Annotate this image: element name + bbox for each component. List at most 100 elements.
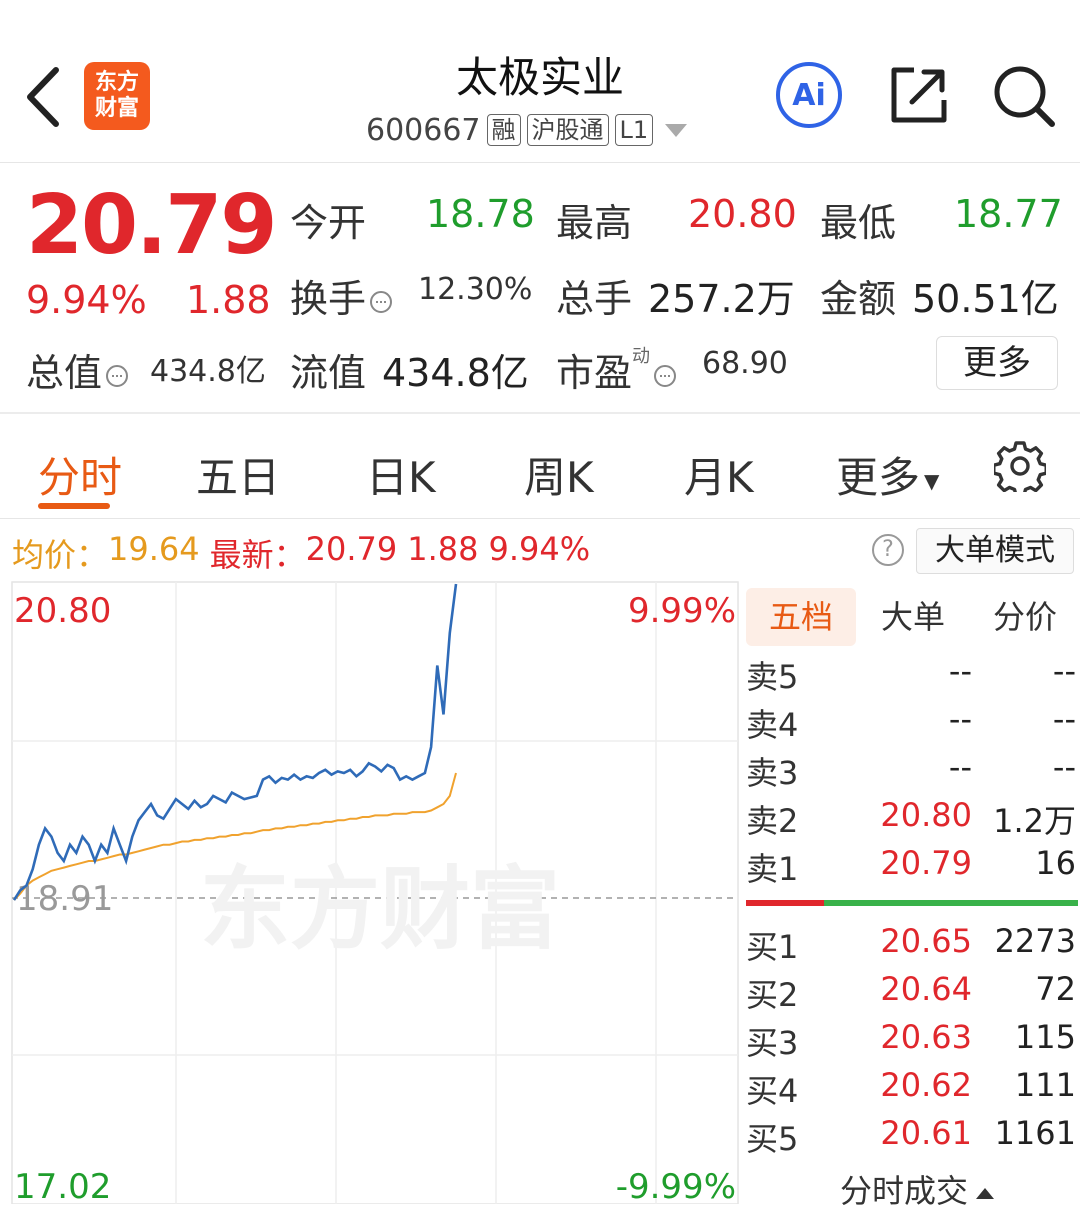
latest-label: 最新： xyxy=(209,536,306,574)
pe-label-text: 市盈 xyxy=(556,351,633,395)
ask-volume: 16 xyxy=(1035,844,1076,882)
back-arrow-icon[interactable] xyxy=(22,62,66,132)
tabs-divider xyxy=(0,518,1080,519)
tab-price-dist[interactable]: 分价 xyxy=(970,588,1080,646)
top-pct-label: 9.99% xyxy=(628,591,736,631)
level-tag: L1 xyxy=(614,114,654,146)
app-logo[interactable]: 东方 财富 xyxy=(84,62,150,130)
buy-sell-ratio-green xyxy=(824,900,1078,906)
latest-value: 20.79 xyxy=(305,530,398,568)
bid-price: 20.64 xyxy=(880,970,972,1008)
turnover-value: 12.30% xyxy=(418,272,533,307)
ask-label: 卖1 xyxy=(746,850,799,888)
price-line xyxy=(12,583,458,901)
change-amount: 1.88 xyxy=(186,278,271,322)
change-percent: 9.94% xyxy=(26,278,147,322)
mktcap-label-text: 总值 xyxy=(26,351,103,395)
ask-volume: 1.2万 xyxy=(993,802,1076,840)
bid-price: 20.65 xyxy=(880,922,972,960)
tab-more[interactable]: 更多 ▼ xyxy=(836,444,939,505)
help-icon[interactable]: ? xyxy=(872,534,904,566)
tab-more-label: 更多 xyxy=(836,453,921,502)
latest-change: 1.88 xyxy=(407,530,479,568)
bid-label: 买1 xyxy=(746,928,799,966)
ask-price: -- xyxy=(948,700,972,738)
ask-volume: -- xyxy=(1052,700,1076,738)
mktcap-label[interactable]: 总值 xyxy=(26,342,132,397)
bid-volume: 72 xyxy=(1035,970,1076,1008)
stock-code-line[interactable]: 600667 融 沪股通 L1 xyxy=(366,110,688,150)
pe-dynamic-mark: 动 xyxy=(632,346,651,367)
tab-intraday[interactable]: 分时 xyxy=(38,444,122,505)
info-icon xyxy=(654,364,677,387)
bid-volume: 2273 xyxy=(994,922,1076,960)
stock-code: 600667 xyxy=(366,112,481,148)
bid-row-2: 买2 20.64 72 xyxy=(746,970,1078,1018)
bid-label: 买4 xyxy=(746,1072,799,1110)
low-value: 18.77 xyxy=(954,192,1063,236)
caret-down-icon: ▼ xyxy=(924,468,940,493)
pe-value: 68.90 xyxy=(702,346,788,381)
high-value: 20.80 xyxy=(688,192,797,236)
share-icon[interactable] xyxy=(888,64,950,126)
ask-volume: -- xyxy=(1052,652,1076,690)
tab-five-day[interactable]: 五日 xyxy=(196,444,280,505)
ai-assistant-button[interactable]: Ai xyxy=(776,62,842,128)
latest-change-pct: 9.94% xyxy=(488,530,591,568)
tab-big-orders[interactable]: 大单 xyxy=(858,588,968,646)
bid-price: 20.63 xyxy=(880,1018,972,1056)
tab-weekly-k[interactable]: 周K xyxy=(524,444,594,505)
pe-label[interactable]: 市盈动 xyxy=(556,342,680,397)
volume-label: 总手 xyxy=(556,277,633,321)
bid-row-5: 买5 20.61 1161 xyxy=(746,1114,1078,1162)
ask-price: -- xyxy=(948,652,972,690)
bid-label: 买3 xyxy=(746,1024,799,1062)
ask-price: 20.80 xyxy=(880,796,972,834)
tab-five-levels[interactable]: 五档 xyxy=(746,588,856,646)
section-divider xyxy=(0,412,1080,414)
turnover-label[interactable]: 换手 xyxy=(290,268,396,323)
float-cap-value: 434.8亿 xyxy=(382,351,529,395)
tick-trades-label: 分时成交 xyxy=(840,1172,969,1210)
info-icon xyxy=(106,364,129,387)
ask-row-1: 卖1 20.79 16 xyxy=(746,844,1078,892)
tick-trades-toggle[interactable]: 分时成交 xyxy=(840,1166,995,1212)
intraday-info-bar: 均价： 19.64 最新： 20.79 1.88 9.94% xyxy=(12,530,590,576)
buy-sell-ratio-red xyxy=(746,900,824,906)
ask-row-2: 卖2 20.80 1.2万 xyxy=(746,796,1078,844)
bottom-pct-label: -9.99% xyxy=(616,1167,736,1204)
bottom-price-label: 17.02 xyxy=(14,1167,111,1204)
bid-price: 20.62 xyxy=(880,1066,972,1104)
logo-line-2: 财富 xyxy=(94,96,139,121)
margin-tag: 融 xyxy=(486,114,521,146)
ask-row-5: 卖5 -- -- xyxy=(746,652,1078,700)
bid-row-1: 买1 20.65 2273 xyxy=(746,922,1078,970)
settings-gear-icon[interactable] xyxy=(994,440,1046,492)
tab-monthly-k[interactable]: 月K xyxy=(684,444,754,505)
volume-value: 257.2万 xyxy=(648,277,795,321)
bid-volume: 111 xyxy=(1014,1066,1076,1104)
top-price-label: 20.80 xyxy=(14,591,111,631)
watermark: 东方财富 xyxy=(200,857,560,962)
more-quote-button[interactable]: 更多 xyxy=(936,336,1058,390)
amount-label: 金额 xyxy=(820,277,897,321)
tab-daily-k[interactable]: 日K xyxy=(366,444,436,505)
ask-label: 卖3 xyxy=(746,754,799,792)
order-book-tabs: 五档 大单 分价 xyxy=(746,588,1080,646)
dropdown-triangle-icon[interactable] xyxy=(665,123,688,137)
avg-price-value: 19.64 xyxy=(108,530,200,568)
bid-volume: 1161 xyxy=(994,1114,1076,1152)
search-icon[interactable] xyxy=(992,62,1056,128)
big-order-mode-button[interactable]: 大单模式 xyxy=(916,528,1074,574)
bid-row-4: 买4 20.62 111 xyxy=(746,1066,1078,1114)
bid-row-3: 买3 20.63 115 xyxy=(746,1018,1078,1066)
bid-label: 买5 xyxy=(746,1120,799,1158)
avg-price-label: 均价： xyxy=(12,536,109,574)
high-label: 最高 xyxy=(556,201,633,245)
last-price: 20.79 xyxy=(26,178,277,273)
caret-up-icon xyxy=(976,1187,995,1199)
ask-row-4: 卖4 -- -- xyxy=(746,700,1078,748)
turnover-label-text: 换手 xyxy=(290,277,367,321)
bid-volume: 115 xyxy=(1014,1018,1076,1056)
intraday-chart[interactable]: 东方财富 20.80 9.99% 18.91 17.02 -9.99% xyxy=(0,580,740,1204)
